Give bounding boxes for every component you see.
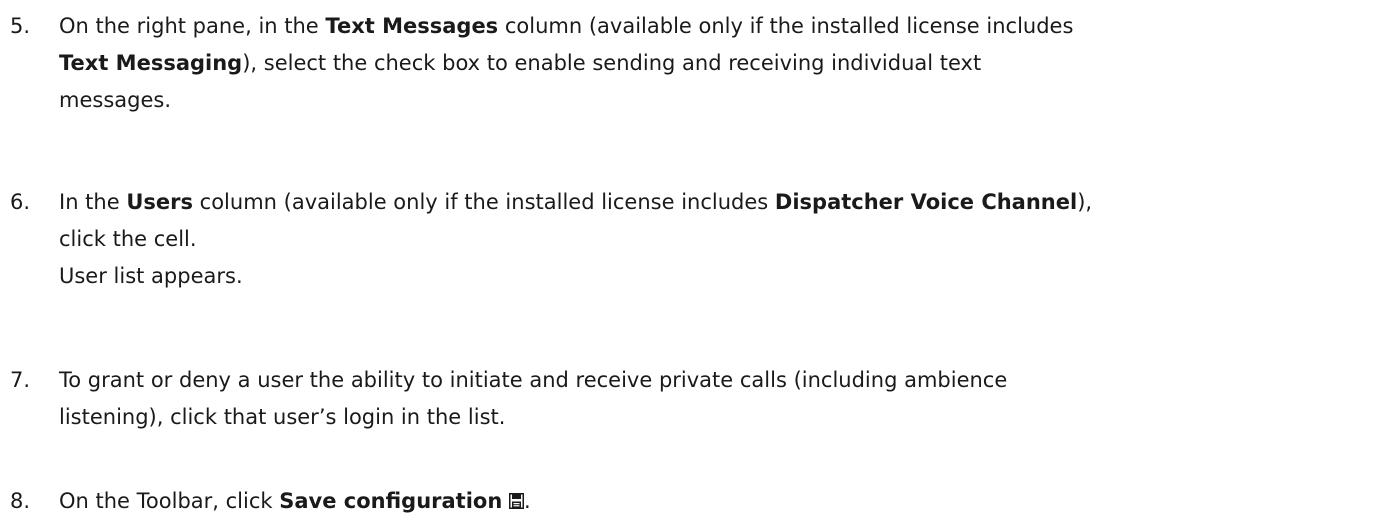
step-line: To grant or deny a user the ability to i… (59, 362, 1379, 399)
text-run: click the cell. (59, 227, 197, 251)
step-text: In the Users column (available only if t… (59, 184, 1379, 295)
ui-term-text-messages: Text Messages (325, 14, 499, 38)
step-line: click the cell. (59, 221, 1379, 258)
text-run: listening), click that user’s login in t… (59, 405, 506, 429)
step-result: User list appears. (59, 258, 1379, 295)
step-line: In the Users column (available only if t… (59, 184, 1379, 221)
license-term-text-messaging: Text Messaging (59, 51, 243, 75)
step-line: On the right pane, in the Text Messages … (59, 8, 1379, 45)
text-run: column (available only if the installed … (498, 14, 1074, 38)
step-line: listening), click that user’s login in t… (59, 399, 1379, 436)
step-number: 6. (10, 190, 31, 214)
step-text: On the Toolbar, click Save configuration… (59, 483, 1379, 520)
instruction-document: 5. On the right pane, in the Text Messag… (0, 0, 1385, 521)
step-line: Text Messaging), select the check box to… (59, 45, 1379, 82)
license-term-dispatcher-voice-channel: Dispatcher Voice Channel (774, 190, 1078, 214)
step-number: 7. (10, 368, 31, 392)
step-line: messages. (59, 82, 1379, 119)
text-run: User list appears. (59, 264, 243, 288)
text-run: On the Toolbar, click (59, 489, 280, 513)
text-run: messages. (59, 88, 171, 112)
text-run: On the right pane, in the (59, 14, 326, 38)
step-line: On the Toolbar, click Save configuration… (59, 483, 1379, 520)
save-icon (508, 484, 524, 509)
ui-term-save-configuration: Save configuration (279, 489, 503, 513)
text-run: To grant or deny a user the ability to i… (59, 368, 1008, 392)
text-run: . (523, 489, 531, 513)
step-text: On the right pane, in the Text Messages … (59, 8, 1379, 119)
text-run (502, 489, 509, 513)
text-run: ), select the check box to enable sendin… (242, 51, 982, 75)
step-number: 5. (10, 14, 31, 38)
text-run: column (available only if the installed … (192, 190, 775, 214)
step-text: To grant or deny a user the ability to i… (59, 362, 1379, 436)
step-number: 8. (10, 489, 31, 513)
ui-term-users: Users (126, 190, 193, 214)
text-run: ), (1077, 190, 1093, 214)
text-run: In the (59, 190, 127, 214)
